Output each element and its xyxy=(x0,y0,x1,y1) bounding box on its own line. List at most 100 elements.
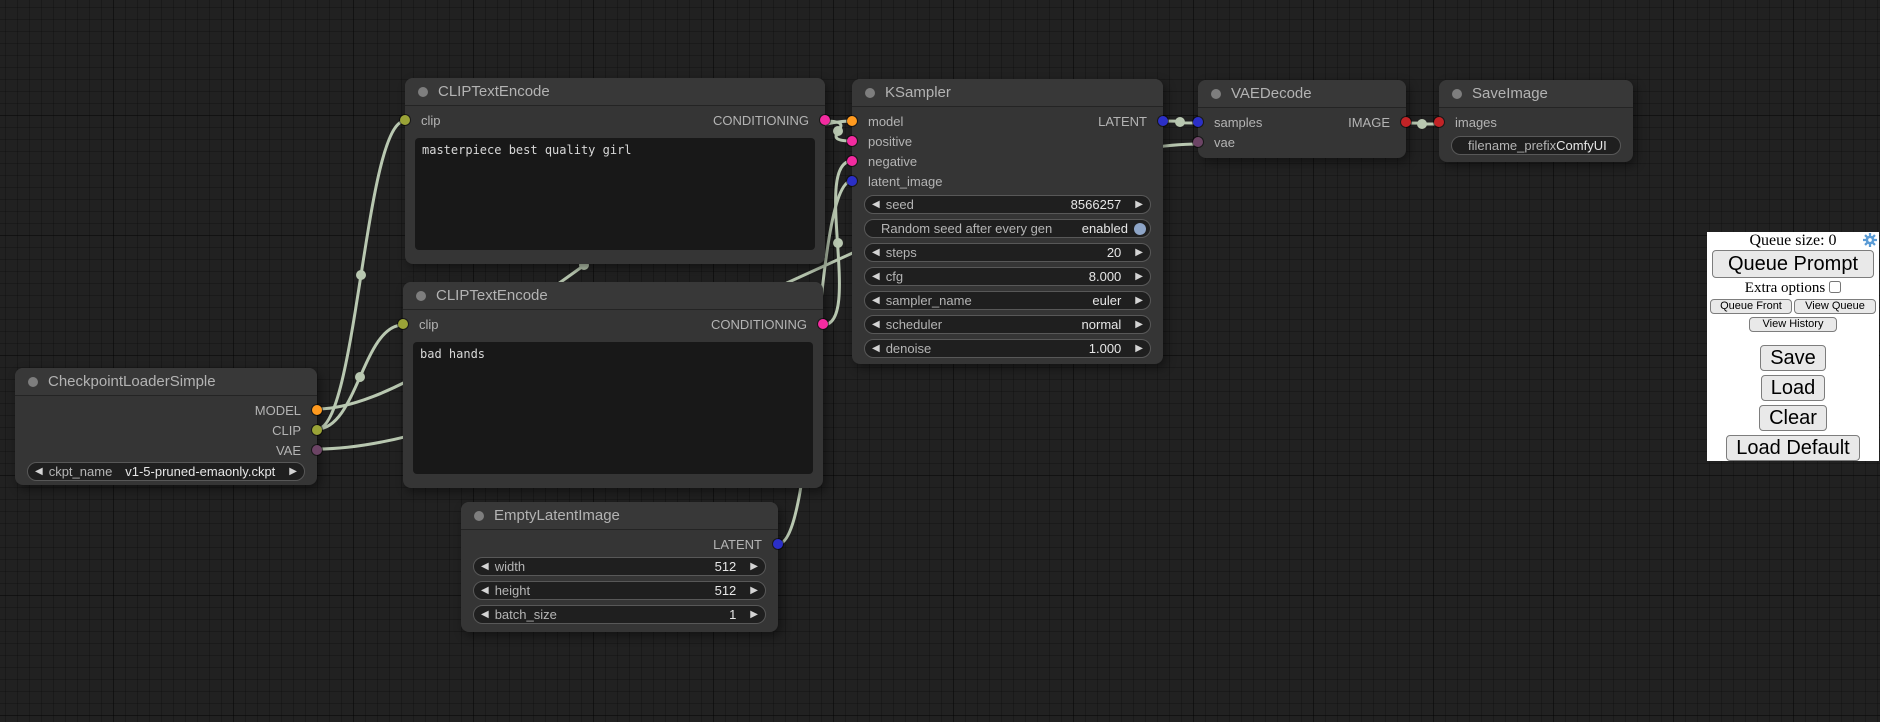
node-empty-latent-image[interactable]: EmptyLatentImage LATENT ◀ width 512 ▶ ◀ … xyxy=(461,502,778,632)
samples-input-dot[interactable] xyxy=(1193,117,1203,127)
node-clip-text-encode-positive[interactable]: CLIPTextEncode clip CONDITIONING masterp… xyxy=(405,78,825,264)
increment-arrow-icon[interactable]: ▶ xyxy=(750,609,758,620)
decrement-arrow-icon[interactable]: ◀ xyxy=(481,609,489,620)
vae-input-dot[interactable] xyxy=(1193,137,1203,147)
widget-steps[interactable]: ◀ steps 20 ▶ xyxy=(864,243,1151,262)
view-history-button[interactable]: View History xyxy=(1749,317,1837,332)
node-graph-canvas[interactable]: CheckpointLoaderSimple MODEL CLIP VAE ◀ … xyxy=(0,0,1880,722)
node-title-bar[interactable]: EmptyLatentImage xyxy=(461,502,778,530)
decrement-arrow-icon[interactable]: ◀ xyxy=(35,466,43,477)
collapse-dot-icon[interactable] xyxy=(418,87,428,97)
output-port-vae[interactable]: VAE xyxy=(276,440,317,460)
input-port-vae[interactable]: vae xyxy=(1198,132,1235,152)
positive-prompt-textarea[interactable]: masterpiece best quality girl xyxy=(415,138,815,250)
model-port-dot[interactable] xyxy=(312,405,322,415)
widget-batch-size[interactable]: ◀ batch_size 1 ▶ xyxy=(473,605,766,624)
latent-port-dot[interactable] xyxy=(1158,116,1168,126)
clip-port-dot[interactable] xyxy=(312,425,322,435)
negative-input-dot[interactable] xyxy=(847,156,857,166)
latent-image-input-dot[interactable] xyxy=(847,176,857,186)
collapse-dot-icon[interactable] xyxy=(28,377,38,387)
node-title-bar[interactable]: KSampler xyxy=(852,79,1163,107)
node-ksampler[interactable]: KSampler model LATENT positive negative … xyxy=(852,79,1163,364)
input-port-clip[interactable]: clip xyxy=(405,110,441,130)
widget-scheduler[interactable]: ◀ scheduler normal ▶ xyxy=(864,315,1151,334)
node-save-image[interactable]: SaveImage images filename_prefix ComfyUI xyxy=(1439,80,1633,162)
node-title-bar[interactable]: CLIPTextEncode xyxy=(405,78,825,106)
widget-denoise[interactable]: ◀ denoise 1.000 ▶ xyxy=(864,339,1151,358)
output-port-clip[interactable]: CLIP xyxy=(272,420,317,440)
input-port-images[interactable]: images xyxy=(1439,112,1497,132)
increment-arrow-icon[interactable]: ▶ xyxy=(289,466,297,477)
negative-prompt-textarea[interactable]: bad hands xyxy=(413,342,813,474)
node-title-bar[interactable]: CheckpointLoaderSimple xyxy=(15,368,317,396)
clear-button[interactable]: Clear xyxy=(1759,405,1827,431)
decrement-arrow-icon[interactable]: ◀ xyxy=(481,585,489,596)
conditioning-port-dot[interactable] xyxy=(820,115,830,125)
collapse-dot-icon[interactable] xyxy=(865,88,875,98)
increment-arrow-icon[interactable]: ▶ xyxy=(1135,343,1143,354)
widget-filename-prefix[interactable]: filename_prefix ComfyUI xyxy=(1451,136,1621,155)
clip-input-dot[interactable] xyxy=(400,115,410,125)
output-port-conditioning[interactable]: CONDITIONING xyxy=(713,110,825,130)
collapse-dot-icon[interactable] xyxy=(416,291,426,301)
increment-arrow-icon[interactable]: ▶ xyxy=(1135,247,1143,258)
settings-gear-icon[interactable] xyxy=(1863,233,1877,247)
node-title-bar[interactable]: SaveImage xyxy=(1439,80,1633,108)
positive-input-dot[interactable] xyxy=(847,136,857,146)
queue-front-button[interactable]: Queue Front xyxy=(1710,299,1792,314)
decrement-arrow-icon[interactable]: ◀ xyxy=(872,199,880,210)
clip-input-dot[interactable] xyxy=(398,319,408,329)
decrement-arrow-icon[interactable]: ◀ xyxy=(872,295,880,306)
increment-arrow-icon[interactable]: ▶ xyxy=(1135,271,1143,282)
widget-width[interactable]: ◀ width 512 ▶ xyxy=(473,557,766,576)
node-clip-text-encode-negative[interactable]: CLIPTextEncode clip CONDITIONING bad han… xyxy=(403,282,823,488)
widget-cfg[interactable]: ◀ cfg 8.000 ▶ xyxy=(864,267,1151,286)
widget-ckpt-name[interactable]: ◀ ckpt_name v1-5-pruned-emaonly.ckpt ▶ xyxy=(27,462,305,481)
input-port-clip[interactable]: clip xyxy=(403,314,439,334)
save-button[interactable]: Save xyxy=(1760,345,1826,371)
collapse-dot-icon[interactable] xyxy=(1211,89,1221,99)
increment-arrow-icon[interactable]: ▶ xyxy=(750,585,758,596)
output-port-latent[interactable]: LATENT xyxy=(1098,111,1163,131)
decrement-arrow-icon[interactable]: ◀ xyxy=(872,343,880,354)
increment-arrow-icon[interactable]: ▶ xyxy=(1135,295,1143,306)
input-port-samples[interactable]: samples xyxy=(1198,112,1262,132)
extra-options-checkbox[interactable] xyxy=(1829,281,1841,293)
decrement-arrow-icon[interactable]: ◀ xyxy=(872,271,880,282)
decrement-arrow-icon[interactable]: ◀ xyxy=(872,247,880,258)
widget-sampler-name[interactable]: ◀ sampler_name euler ▶ xyxy=(864,291,1151,310)
increment-arrow-icon[interactable]: ▶ xyxy=(750,561,758,572)
widget-seed[interactable]: ◀ seed 8566257 ▶ xyxy=(864,195,1151,214)
node-title-bar[interactable]: CLIPTextEncode xyxy=(403,282,823,310)
decrement-arrow-icon[interactable]: ◀ xyxy=(481,561,489,572)
node-title-bar[interactable]: VAEDecode xyxy=(1198,80,1406,108)
vae-port-dot[interactable] xyxy=(312,445,322,455)
collapse-dot-icon[interactable] xyxy=(474,511,484,521)
input-port-negative[interactable]: negative xyxy=(852,151,917,171)
output-port-model[interactable]: MODEL xyxy=(255,400,317,420)
output-port-image[interactable]: IMAGE xyxy=(1348,112,1406,132)
output-port-latent[interactable]: LATENT xyxy=(713,534,778,554)
queue-prompt-button[interactable]: Queue Prompt xyxy=(1712,250,1874,278)
view-queue-button[interactable]: View Queue xyxy=(1794,299,1876,314)
model-input-dot[interactable] xyxy=(847,116,857,126)
increment-arrow-icon[interactable]: ▶ xyxy=(1135,319,1143,330)
widget-height[interactable]: ◀ height 512 ▶ xyxy=(473,581,766,600)
input-port-positive[interactable]: positive xyxy=(852,131,912,151)
node-vae-decode[interactable]: VAEDecode samples IMAGE vae xyxy=(1198,80,1406,158)
input-port-model[interactable]: model xyxy=(852,111,903,131)
image-port-dot[interactable] xyxy=(1401,117,1411,127)
decrement-arrow-icon[interactable]: ◀ xyxy=(872,319,880,330)
latent-port-dot[interactable] xyxy=(773,539,783,549)
load-button[interactable]: Load xyxy=(1761,375,1826,401)
load-default-button[interactable]: Load Default xyxy=(1726,435,1859,461)
output-port-conditioning[interactable]: CONDITIONING xyxy=(711,314,823,334)
images-input-dot[interactable] xyxy=(1434,117,1444,127)
toggle-dot[interactable] xyxy=(1134,223,1146,235)
increment-arrow-icon[interactable]: ▶ xyxy=(1135,199,1143,210)
conditioning-port-dot[interactable] xyxy=(818,319,828,329)
node-checkpoint-loader[interactable]: CheckpointLoaderSimple MODEL CLIP VAE ◀ … xyxy=(15,368,317,485)
input-port-latent-image[interactable]: latent_image xyxy=(852,171,942,191)
collapse-dot-icon[interactable] xyxy=(1452,89,1462,99)
